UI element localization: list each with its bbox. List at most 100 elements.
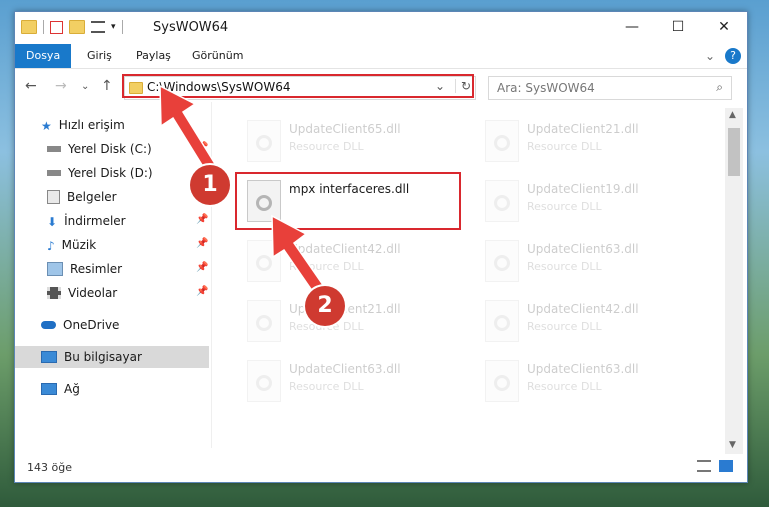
sidebar-item-label: Ağ bbox=[64, 382, 80, 396]
computer-icon bbox=[41, 351, 57, 363]
file-name: UpdateClient65.dll bbox=[289, 122, 401, 136]
details-view-icon[interactable] bbox=[697, 460, 711, 472]
sidebar-item-label: İndirmeler bbox=[64, 214, 126, 228]
file-item[interactable]: UpdateClient65.dll Resource DLL bbox=[239, 114, 459, 170]
sidebar-item-label: OneDrive bbox=[63, 318, 120, 332]
navigation-pane: ★ Hızlı erişim Yerel Disk (C:) 📌 Yerel D… bbox=[15, 108, 211, 448]
file-type: Resource DLL bbox=[527, 320, 602, 333]
file-name: UpdateClient42.dll bbox=[289, 242, 401, 256]
scroll-down-icon[interactable]: ▼ bbox=[729, 440, 736, 450]
file-item[interactable]: UpdateClient63.dll Resource DLL bbox=[239, 354, 459, 410]
pin-icon: 📌 bbox=[196, 286, 209, 297]
dll-file-icon bbox=[247, 120, 281, 162]
minimize-button[interactable]: — bbox=[609, 12, 655, 42]
cloud-icon bbox=[41, 321, 56, 329]
file-item[interactable]: UpdateClient63.dll Resource DLL bbox=[477, 234, 697, 290]
properties-icon[interactable] bbox=[50, 20, 63, 34]
sidebar-item-label: Yerel Disk (C:) bbox=[68, 142, 152, 156]
back-arrow-icon[interactable]: ← bbox=[25, 78, 37, 94]
file-name: UpdateClient21.dll bbox=[527, 122, 639, 136]
dll-file-icon bbox=[485, 180, 519, 222]
drive-icon bbox=[47, 170, 61, 176]
sidebar-item-downloads[interactable]: ⬇ İndirmeler 📌 bbox=[15, 210, 209, 232]
dll-file-icon bbox=[485, 120, 519, 162]
file-highlight bbox=[235, 172, 461, 230]
folder-icon bbox=[21, 20, 37, 34]
sidebar-item-onedrive[interactable]: OneDrive bbox=[15, 314, 209, 336]
sidebar-item-label: Resimler bbox=[70, 262, 123, 276]
scrollbar-thumb[interactable] bbox=[728, 128, 740, 176]
download-icon: ⬇ bbox=[47, 215, 58, 229]
recent-locations-icon[interactable]: ⌄ bbox=[81, 81, 89, 92]
file-item[interactable]: UpdateClient63.dll Resource DLL bbox=[477, 354, 697, 410]
forward-arrow-icon[interactable]: → bbox=[55, 78, 67, 94]
help-button[interactable]: ? bbox=[725, 48, 741, 64]
file-item[interactable]: UpdateClient42.dll Resource DLL bbox=[239, 234, 459, 290]
customize-toolbar-icon[interactable]: ▾ bbox=[111, 22, 116, 32]
up-arrow-icon[interactable]: ↑ bbox=[101, 78, 113, 94]
sidebar-item-pictures[interactable]: Resimler 📌 bbox=[15, 258, 209, 280]
vertical-scrollbar[interactable]: ▲ ▼ bbox=[725, 108, 743, 454]
file-type: Resource DLL bbox=[527, 200, 602, 213]
large-icons-view-icon[interactable] bbox=[719, 460, 733, 472]
status-bar: 143 öğe bbox=[15, 456, 747, 480]
sidebar-item-label: Belgeler bbox=[67, 190, 117, 204]
file-item[interactable]: UpdateClient21.dll Resource DLL bbox=[477, 114, 697, 170]
dll-file-icon bbox=[247, 360, 281, 402]
tab-gorunum[interactable]: Görünüm bbox=[181, 44, 254, 68]
tab-dosya[interactable]: Dosya bbox=[15, 44, 72, 68]
file-type: Resource DLL bbox=[527, 140, 602, 153]
pane-divider bbox=[211, 102, 212, 448]
sidebar-item-label: Hızlı erişim bbox=[58, 118, 125, 132]
new-folder-icon[interactable] bbox=[69, 20, 85, 34]
view-icon[interactable] bbox=[91, 21, 105, 33]
sidebar-item-music[interactable]: ♪ Müzik 📌 bbox=[15, 234, 209, 256]
file-type: Resource DLL bbox=[289, 380, 364, 393]
address-highlight bbox=[122, 74, 474, 98]
maximize-button[interactable]: ☐ bbox=[655, 12, 701, 42]
sidebar-item-disk-c[interactable]: Yerel Disk (C:) 📌 bbox=[15, 138, 209, 160]
dll-file-icon bbox=[485, 240, 519, 282]
sidebar-item-label: Videolar bbox=[68, 286, 118, 300]
search-input[interactable]: Ara: SysWOW64 ⌕ bbox=[488, 76, 732, 100]
file-name: UpdateClient63.dll bbox=[289, 362, 401, 376]
sidebar-item-label: Müzik bbox=[61, 238, 97, 252]
sidebar-item-label: Yerel Disk (D:) bbox=[68, 166, 153, 180]
network-icon bbox=[41, 383, 57, 395]
pin-icon: 📌 bbox=[196, 238, 209, 249]
music-icon: ♪ bbox=[47, 239, 55, 253]
star-icon: ★ bbox=[41, 119, 52, 133]
file-item[interactable]: UpdateClient19.dll Resource DLL bbox=[477, 174, 697, 230]
pictures-icon bbox=[47, 262, 63, 276]
sidebar-item-documents[interactable]: Belgeler 📌 bbox=[15, 186, 209, 208]
file-item[interactable]: UpdateClient42.dll Resource DLL bbox=[477, 294, 697, 350]
divider bbox=[43, 20, 44, 34]
quick-access-toolbar: ▾ bbox=[21, 20, 123, 34]
file-name: UpdateClient19.dll bbox=[527, 182, 639, 196]
file-type: Resource DLL bbox=[527, 380, 602, 393]
sidebar-item-disk-d[interactable]: Yerel Disk (D:) 📌 bbox=[15, 162, 209, 184]
divider bbox=[121, 20, 123, 34]
scroll-up-icon[interactable]: ▲ bbox=[729, 110, 736, 120]
ribbon-tabs: Dosya Giriş Paylaş Görünüm ⌄ ? bbox=[15, 44, 747, 69]
file-item[interactable]: UpdateClient21.dll Resource DLL bbox=[239, 294, 459, 350]
dll-file-icon bbox=[247, 300, 281, 342]
sidebar-item-videos[interactable]: Videolar 📌 bbox=[15, 282, 209, 304]
dll-file-icon bbox=[485, 360, 519, 402]
tab-giris[interactable]: Giriş bbox=[76, 44, 123, 68]
sidebar-item-network[interactable]: Ağ bbox=[15, 378, 209, 400]
sidebar-item-this-pc[interactable]: Bu bilgisayar bbox=[15, 346, 209, 368]
search-icon: ⌕ bbox=[716, 80, 723, 94]
search-placeholder: Ara: SysWOW64 bbox=[497, 81, 595, 95]
ribbon-collapse-icon[interactable]: ⌄ bbox=[705, 49, 715, 63]
documents-icon bbox=[47, 190, 60, 204]
step-1-badge: 1 bbox=[190, 165, 230, 205]
pin-icon: 📌 bbox=[196, 142, 209, 153]
file-type: Resource DLL bbox=[289, 260, 364, 273]
close-button[interactable]: ✕ bbox=[701, 12, 747, 42]
sidebar-item-label: Bu bilgisayar bbox=[64, 350, 142, 364]
explorer-window: ▾ SysWOW64 — ☐ ✕ Dosya Giriş Paylaş Görü… bbox=[14, 11, 748, 483]
file-list: UpdateClient65.dll Resource DLL UpdateCl… bbox=[225, 106, 725, 446]
tab-paylas[interactable]: Paylaş bbox=[125, 44, 182, 68]
sidebar-item-quick-access[interactable]: ★ Hızlı erişim bbox=[15, 114, 209, 136]
